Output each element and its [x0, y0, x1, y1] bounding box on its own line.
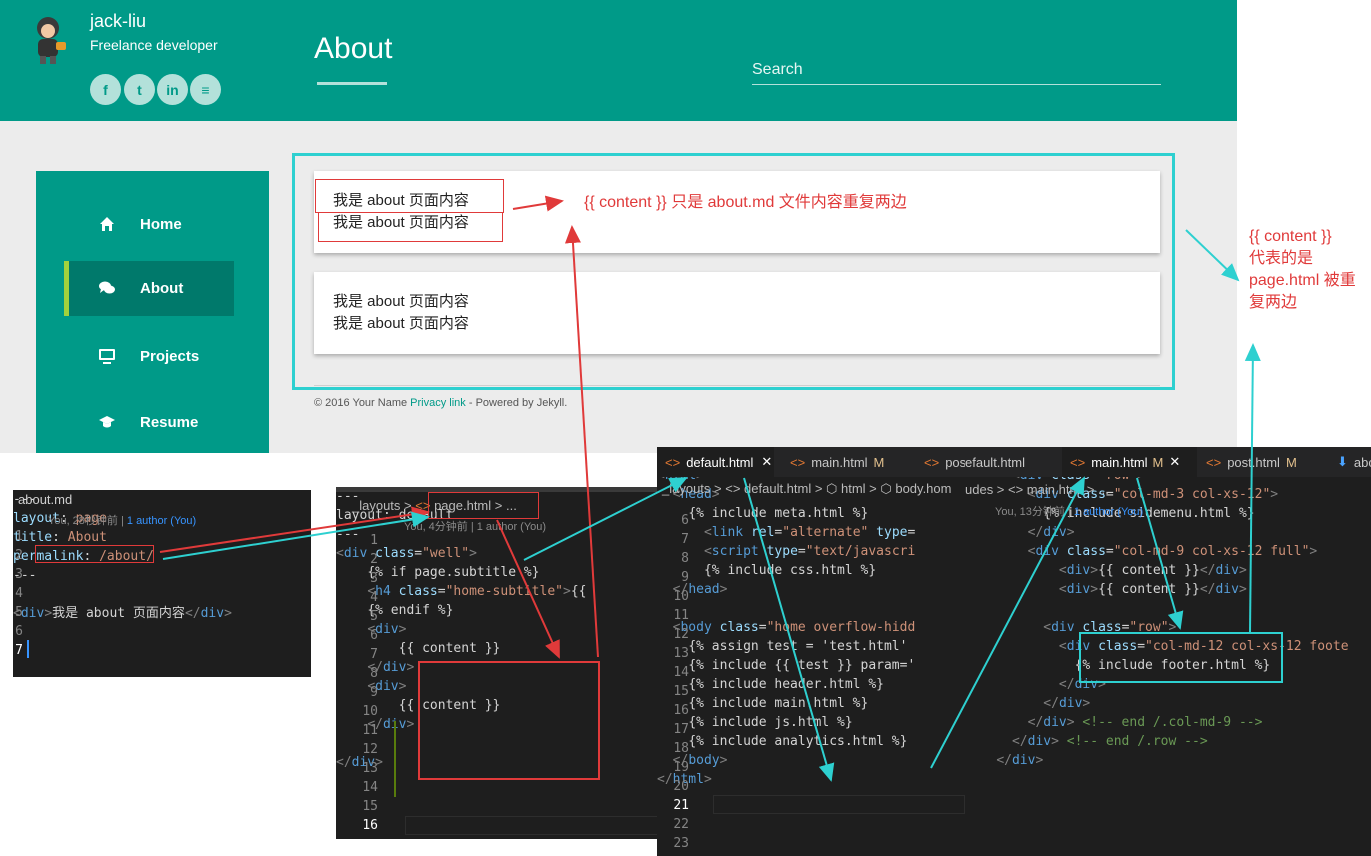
annotation-line: page.html 被重 [1249, 272, 1356, 289]
graduation-cap-icon [99, 416, 115, 428]
blame-info: You, 13分钟前 | 1 author (You) [995, 503, 1143, 519]
tab-label: main.html [1091, 454, 1148, 470]
modified-badge: M [1152, 454, 1164, 470]
tab-label: efault.html [965, 454, 1025, 470]
change-gutter [394, 721, 396, 797]
html-file-icon: <> [1070, 454, 1086, 470]
content-highlight-box [428, 492, 539, 519]
tab-label: pos [945, 454, 967, 470]
content-highlight-box [35, 545, 154, 563]
content-highlight-box [418, 661, 600, 780]
annotation-line: {{ content }} [1249, 228, 1332, 245]
website-preview: jack-liu Freelance developer f t in ≡ Ab… [0, 0, 1237, 453]
comments-icon [99, 281, 115, 294]
content-highlight-box [318, 212, 503, 242]
current-line [405, 816, 658, 835]
footer: © 2016 Your Name Privacy link - Powered … [314, 397, 567, 409]
line-numbers: 1 2 3 4 5 6 7 8 9 10 11 12 13 14 15 16 [362, 533, 378, 833]
modified-badge: M [873, 454, 885, 470]
current-line [713, 795, 965, 814]
html-file-icon: <> [924, 454, 940, 470]
footer-text: - Powered by Jekyll. [465, 397, 568, 409]
markdown-file-icon: ⬇ [1337, 454, 1348, 469]
breadcrumb[interactable]: _layouts > <> default.html > ⬡ html > ⬡ … [662, 481, 951, 497]
tab-about-md[interactable]: ⬇ abo [1329, 447, 1371, 477]
line-numbers: 6 7 8 9 10 11 12 13 14 15 16 17 18 19 20… [673, 513, 689, 851]
close-icon[interactable]: ✕ [1169, 454, 1180, 470]
blame-info: You, 4分钟前 | 1 author (You) [404, 521, 547, 533]
about-md-editor: about.md You, 28秒钟前 | 1 author (You) 1 2… [13, 490, 311, 677]
annotation-page-note: {{ content }} 代表的是 page.html 被重 复两边 [1249, 226, 1356, 314]
sidebar-item-home[interactable]: Home [64, 197, 234, 252]
sidebar-item-label: Projects [140, 348, 200, 365]
sidebar-item-resume[interactable]: Resume [64, 395, 234, 450]
site-header: jack-liu Freelance developer f t in ≡ Ab… [0, 0, 1237, 121]
footer-text: © 2016 Your Name [314, 397, 411, 409]
home-icon [100, 217, 114, 231]
site-name[interactable]: jack-liu [90, 11, 146, 32]
search-input[interactable] [752, 55, 1161, 85]
facebook-icon[interactable]: f [90, 74, 121, 105]
site-tagline: Freelance developer [90, 37, 218, 53]
line-numbers: 1 2 3 4 5 6 7 [15, 529, 23, 658]
monitor-icon [99, 349, 115, 364]
sidebar-menu: Home About Projects Resume [36, 171, 269, 453]
tab-label: default.html [686, 454, 754, 470]
annotation-line: 代表的是 [1249, 250, 1314, 267]
tab-default-html[interactable]: efault.html [965, 447, 1058, 477]
blame-author-link[interactable]: 1 author (You) [1074, 506, 1143, 518]
avatar [37, 17, 66, 64]
html-file-icon: <> [790, 454, 806, 470]
blame-text: You, 13分钟前 | [995, 506, 1074, 518]
twitter-icon[interactable]: t [124, 74, 155, 105]
html-file-icon: <> [1206, 454, 1222, 470]
rss-icon[interactable]: ≡ [190, 74, 221, 105]
html-file-icon: <> [665, 454, 681, 470]
sidebar-item-projects[interactable]: Projects [64, 329, 234, 384]
tab-post-html[interactable]: <> post.html M [1198, 447, 1322, 477]
annotation-content-note: {{ content }} 只是 about.md 文件内容重复两边 [584, 194, 907, 211]
sidebar-item-about[interactable]: About [64, 261, 234, 316]
tab-main-html[interactable]: <> main.html M [782, 447, 904, 477]
sidebar-item-label: About [140, 280, 184, 297]
blame-text: You, 28秒钟前 | [48, 515, 127, 527]
modified-badge: M [1285, 454, 1297, 470]
tab-main-html[interactable]: <> main.html M ✕ [1062, 447, 1197, 477]
tab-label: post.html [1227, 454, 1280, 470]
tab-label: main.html [811, 454, 868, 470]
page-title-underline [317, 82, 387, 85]
close-icon[interactable]: ✕ [761, 454, 772, 470]
page-html-editor: _layouts > <> page.html > ... You, 4分钟前 … [336, 487, 658, 839]
page-title: About [314, 32, 393, 65]
content-highlight-box [315, 179, 504, 213]
annotation-line: 复两边 [1249, 294, 1298, 311]
blame-author-link[interactable]: 1 author (You) [127, 515, 196, 527]
change-gutter [27, 640, 29, 658]
sidebar-item-label: Resume [140, 414, 199, 431]
tab-label: abo [1353, 454, 1371, 470]
content-highlight-box [1079, 632, 1283, 683]
editor-title: about.md [18, 492, 73, 507]
blame-info: You, 28秒钟前 | 1 author (You) [48, 512, 196, 528]
breadcrumb-folder[interactable]: _layouts [352, 498, 400, 513]
tab-default-html[interactable]: <> default.html ✕ [657, 447, 774, 477]
sidebar-item-label: Home [140, 216, 182, 233]
privacy-link[interactable]: Privacy link [410, 397, 466, 409]
linkedin-icon[interactable]: in [157, 74, 188, 105]
main-html-editor: efault.html <> main.html M ✕ <> post.html M ⬇… [965, 447, 1371, 856]
breadcrumb[interactable]: udes > <> main.html > ... [965, 482, 1109, 497]
